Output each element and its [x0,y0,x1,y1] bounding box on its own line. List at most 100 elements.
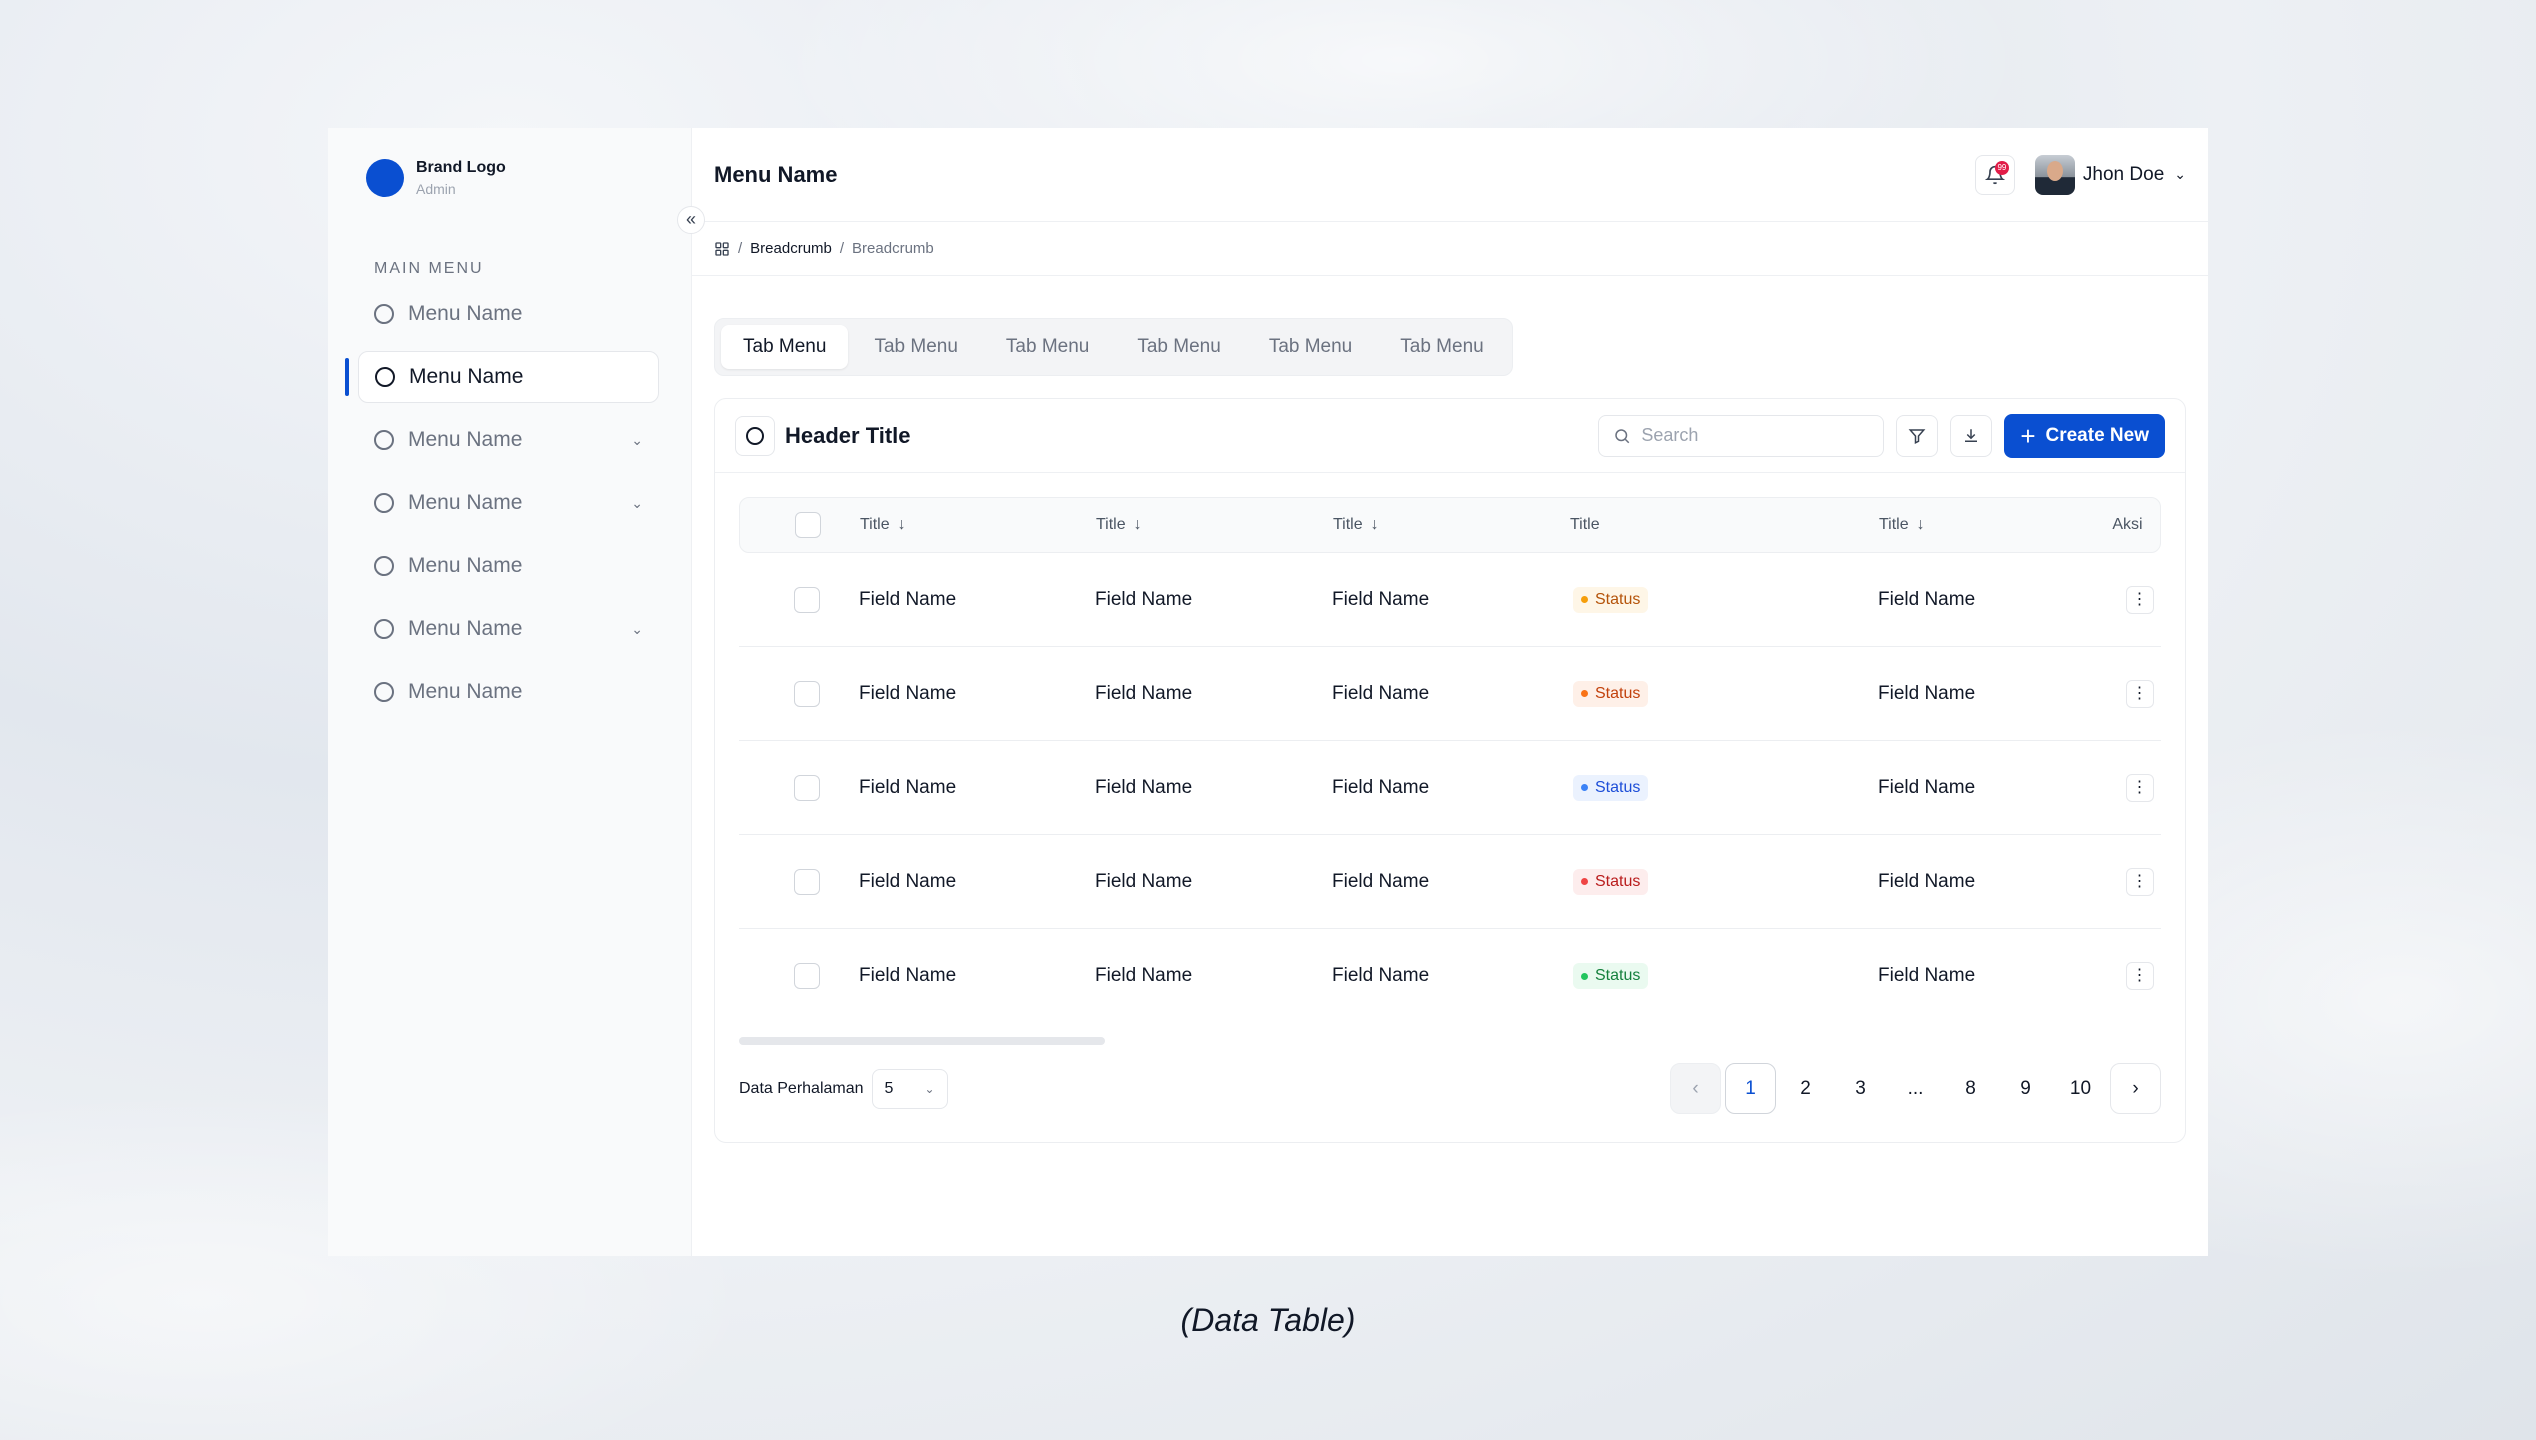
user-name[interactable]: Jhon Doe [2083,164,2164,186]
circle-icon [374,430,394,450]
more-options-icon[interactable]: ⋮ [2125,679,2154,708]
column-header-2[interactable]: Title ↓ [1333,516,1570,534]
sort-arrow-icon[interactable]: ↓ [1917,516,1925,533]
sidebar-item-label: Menu Name [408,617,523,640]
search-box[interactable] [1598,414,1885,457]
prev-page-button[interactable]: ‹ [1670,1063,1721,1114]
page-6[interactable]: 10 [2055,1063,2106,1114]
row-checkbox[interactable] [794,963,820,989]
chevron-down-icon[interactable]: ⌄ [631,495,643,512]
chevron-down-icon[interactable]: ⌄ [631,432,643,449]
horizontal-scrollbar[interactable] [739,1037,2161,1045]
sidebar-item-6[interactable]: Menu Name [358,666,659,718]
sidebar-item-4[interactable]: Menu Name [358,540,659,592]
more-options-icon[interactable]: ⋮ [2125,585,2154,614]
page-4[interactable]: 8 [1945,1063,1996,1114]
chevron-down-icon: ⌄ [924,1081,935,1096]
table-body: Field Name Field Name Field Name Status Fiel… [739,553,2161,1023]
tab-5[interactable]: Tab Menu [1378,325,1505,369]
scrollbar-thumb[interactable] [739,1037,1105,1045]
chevron-down-icon[interactable]: ⌄ [2174,166,2186,183]
row-checkbox[interactable] [794,586,820,613]
sort-arrow-icon[interactable]: ↓ [1134,516,1142,533]
notification-button[interactable]: 99 [1974,154,2015,195]
search-icon [1615,428,1630,443]
sidebar-menu: Menu Name Menu Name Menu Name ⌄ Menu Name ⌄ Me… [328,288,691,718]
search-input[interactable] [1641,425,1862,446]
column-header-label: Title [1570,516,1600,533]
table-cell: Field Name [1095,776,1193,798]
table-cell: Field Name [859,870,957,892]
plus-icon: + [2020,420,2036,451]
table-cell: Field Name [859,776,957,798]
column-header-4[interactable]: Title ↓ [1879,516,2095,534]
page-0[interactable]: 1 [1725,1063,1776,1114]
table-row: Field Name Field Name Field Name Status Fiel… [739,553,2161,647]
tab-4[interactable]: Tab Menu [1247,325,1374,369]
page-2[interactable]: 3 [1835,1063,1886,1114]
sidebar-item-0[interactable]: Menu Name [358,288,659,340]
status-dot-icon [1581,878,1588,885]
grid-icon[interactable] [714,241,730,257]
column-header-label: Title [1879,516,1909,533]
collapse-sidebar-icon[interactable]: « [677,206,705,234]
sort-arrow-icon[interactable]: ↓ [1371,516,1379,533]
table-cell: Field Name [1878,682,1976,704]
create-new-button[interactable]: + Create New [2004,413,2165,458]
more-options-icon[interactable]: ⋮ [2125,773,2154,802]
sidebar-item-1[interactable]: Menu Name [345,351,659,403]
page-1[interactable]: 2 [1780,1063,1831,1114]
column-header-0[interactable]: Title ↓ [860,516,1096,534]
brand-logo-icon [366,159,404,197]
table-cell: Field Name [1095,965,1193,986]
topbar: Menu Name 99 Jhon Doe ⌄ [692,128,2208,222]
circle-icon [374,619,394,639]
row-checkbox[interactable] [794,774,820,801]
status-badge: Status [1573,963,1649,989]
status-badge: Status [1573,774,1649,801]
table-row: Field Name Field Name Field Name Status Fiel… [739,741,2161,835]
per-page-select[interactable]: 5 ⌄ [871,1068,948,1109]
sidebar-item-label: Menu Name [408,491,523,514]
column-header-1[interactable]: Title ↓ [1096,516,1333,534]
tab-3[interactable]: Tab Menu [1115,325,1242,369]
next-page-button[interactable]: › [2110,1063,2161,1114]
row-checkbox[interactable] [794,680,820,707]
table-row: Field Name Field Name Field Name Status Fiel… [739,929,2161,1023]
table-cell: Field Name [1332,965,1430,986]
download-button[interactable] [1950,414,1993,457]
header-icon-box [735,415,775,456]
filter-button[interactable] [1896,414,1939,457]
table-cell: Field Name [1878,965,1976,986]
tab-bar: Tab Menu Tab Menu Tab Menu Tab Menu Tab Menu… [714,318,1513,376]
status-label: Status [1595,684,1641,702]
breadcrumb-link[interactable]: Breadcrumb [750,240,832,257]
tab-2[interactable]: Tab Menu [984,325,1111,369]
brand[interactable]: Brand Logo Admin [328,156,691,200]
status-label: Status [1595,967,1641,984]
main-menu-label: MAIN MENU [374,260,484,277]
table-cell: Field Name [1332,870,1430,892]
column-header-label: Title [860,516,890,533]
avatar[interactable] [2034,154,2075,195]
pagination: ‹ 1 2 3... 8 9 10 › [1670,1063,2161,1114]
table-cell: Field Name [1095,682,1193,704]
sidebar-item-2[interactable]: Menu Name ⌄ [358,414,659,466]
sidebar-item-5[interactable]: Menu Name ⌄ [358,603,659,655]
create-new-label: Create New [2045,424,2150,446]
sort-arrow-icon[interactable]: ↓ [898,516,906,533]
more-options-icon[interactable]: ⋮ [2125,962,2154,990]
status-badge: Status [1573,586,1649,613]
table-row: Field Name Field Name Field Name Status Fiel… [739,835,2161,929]
table-cell: Field Name [1878,588,1976,610]
page-5[interactable]: 9 [2000,1063,2051,1114]
sidebar-item-3[interactable]: Menu Name ⌄ [358,477,659,529]
card-title: Header Title [785,422,911,448]
tab-1[interactable]: Tab Menu [852,325,979,369]
table-cell: Field Name [1332,682,1430,704]
chevron-down-icon[interactable]: ⌄ [631,621,643,638]
tab-0[interactable]: Tab Menu [721,325,849,369]
row-checkbox[interactable] [794,868,820,895]
select-all-checkbox[interactable] [795,512,821,538]
more-options-icon[interactable]: ⋮ [2125,867,2154,896]
